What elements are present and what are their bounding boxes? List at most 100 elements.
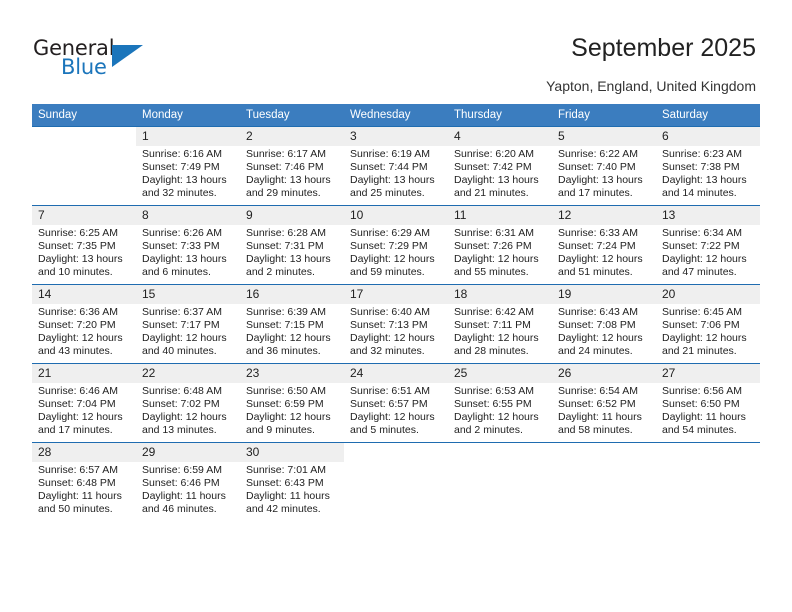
daylight-duration-line1: Daylight: 12 hours (246, 331, 331, 344)
day-details: Sunrise: 6:53 AM Sunset: 6:55 PM Daylight:… (448, 383, 552, 437)
daylight-duration-line1: Daylight: 12 hours (246, 410, 331, 423)
day-number: 26 (552, 364, 656, 383)
calendar-day-cell[interactable]: 29 Sunrise: 6:59 AM Sunset: 6:46 PM Dayligh… (136, 442, 240, 521)
day-cell-inner: 11 Sunrise: 6:31 AM Sunset: 7:26 PM Dayligh… (448, 206, 552, 284)
day-cell-inner: 13 Sunrise: 6:34 AM Sunset: 7:22 PM Dayligh… (656, 206, 760, 284)
daylight-duration-line2: and 17 minutes. (38, 423, 113, 436)
day-number: 8 (136, 206, 240, 225)
sunset-time: Sunset: 7:20 PM (38, 318, 116, 331)
day-details: Sunrise: 6:28 AM Sunset: 7:31 PM Daylight:… (240, 225, 344, 279)
daylight-duration-line2: and 50 minutes. (38, 502, 113, 515)
calendar-day-cell[interactable]: 16 Sunrise: 6:39 AM Sunset: 7:15 PM Dayligh… (240, 284, 344, 364)
day-cell-inner: 17 Sunrise: 6:40 AM Sunset: 7:13 PM Dayligh… (344, 285, 448, 363)
day-cell-inner: 10 Sunrise: 6:29 AM Sunset: 7:29 PM Dayligh… (344, 206, 448, 284)
sunset-time: Sunset: 6:59 PM (246, 397, 324, 410)
sunset-time: Sunset: 6:52 PM (558, 397, 636, 410)
day-number: 22 (136, 364, 240, 383)
sunrise-time: Sunrise: 6:36 AM (38, 306, 118, 318)
calendar-day-cell[interactable]: 19 Sunrise: 6:43 AM Sunset: 7:08 PM Dayligh… (552, 284, 656, 364)
day-cell-inner (344, 443, 448, 521)
day-details: Sunrise: 6:20 AM Sunset: 7:42 PM Daylight:… (448, 146, 552, 200)
day-details: Sunrise: 6:23 AM Sunset: 7:38 PM Daylight:… (656, 146, 760, 200)
day-details: Sunrise: 6:29 AM Sunset: 7:29 PM Daylight:… (344, 225, 448, 279)
calendar-day-cell[interactable]: 30 Sunrise: 7:01 AM Sunset: 6:43 PM Dayligh… (240, 442, 344, 521)
day-cell-inner: 7 Sunrise: 6:25 AM Sunset: 7:35 PM Daylight… (32, 206, 136, 284)
sunset-time: Sunset: 6:48 PM (38, 476, 116, 489)
calendar-day-cell[interactable]: 21 Sunrise: 6:46 AM Sunset: 7:04 PM Dayligh… (32, 363, 136, 443)
daylight-duration-line2: and 46 minutes. (142, 502, 217, 515)
sunset-time: Sunset: 7:46 PM (246, 160, 324, 173)
sunset-time: Sunset: 7:49 PM (142, 160, 220, 173)
day-cell-inner: 29 Sunrise: 6:59 AM Sunset: 6:46 PM Dayligh… (136, 443, 240, 521)
day-cell-inner: 18 Sunrise: 6:42 AM Sunset: 7:11 PM Dayligh… (448, 285, 552, 363)
day-cell-inner: 14 Sunrise: 6:36 AM Sunset: 7:20 PM Dayligh… (32, 285, 136, 363)
daylight-duration-line1: Daylight: 11 hours (558, 410, 642, 423)
sunrise-time: Sunrise: 6:53 AM (454, 385, 534, 397)
day-details: Sunrise: 6:46 AM Sunset: 7:04 PM Daylight:… (32, 383, 136, 437)
calendar-day-cell[interactable]: 13 Sunrise: 6:34 AM Sunset: 7:22 PM Dayligh… (656, 205, 760, 285)
daylight-duration-line2: and 13 minutes. (142, 423, 217, 436)
calendar-day-cell[interactable]: 7 Sunrise: 6:25 AM Sunset: 7:35 PM Daylight… (32, 205, 136, 285)
day-details: Sunrise: 7:01 AM Sunset: 6:43 PM Daylight:… (240, 462, 344, 516)
weekday-header-thursday: Thursday (448, 104, 552, 127)
calendar-day-cell[interactable]: 14 Sunrise: 6:36 AM Sunset: 7:20 PM Dayligh… (32, 284, 136, 364)
sunset-time: Sunset: 7:08 PM (558, 318, 636, 331)
daylight-duration-line2: and 36 minutes. (246, 344, 321, 357)
calendar-day-cell[interactable]: 2 Sunrise: 6:17 AM Sunset: 7:46 PM Daylight… (240, 126, 344, 206)
calendar-week-row: 1 Sunrise: 6:16 AM Sunset: 7:49 PM Daylight… (32, 126, 760, 206)
day-cell-inner: 22 Sunrise: 6:48 AM Sunset: 7:02 PM Dayligh… (136, 364, 240, 442)
calendar-day-cell[interactable]: 8 Sunrise: 6:26 AM Sunset: 7:33 PM Daylight… (136, 205, 240, 285)
daylight-duration-line2: and 59 minutes. (350, 265, 425, 278)
daylight-duration-line1: Daylight: 12 hours (454, 252, 539, 265)
daylight-duration-line1: Daylight: 12 hours (558, 252, 643, 265)
sunrise-time: Sunrise: 6:48 AM (142, 385, 222, 397)
daylight-duration-line2: and 14 minutes. (662, 186, 737, 199)
daylight-duration-line2: and 54 minutes. (662, 423, 737, 436)
calendar-day-cell[interactable]: 3 Sunrise: 6:19 AM Sunset: 7:44 PM Daylight… (344, 126, 448, 206)
calendar-day-cell[interactable]: 22 Sunrise: 6:48 AM Sunset: 7:02 PM Dayligh… (136, 363, 240, 443)
day-details: Sunrise: 6:22 AM Sunset: 7:40 PM Daylight:… (552, 146, 656, 200)
day-number: 1 (136, 127, 240, 146)
calendar-day-cell[interactable]: 18 Sunrise: 6:42 AM Sunset: 7:11 PM Dayligh… (448, 284, 552, 364)
sunset-time: Sunset: 6:50 PM (662, 397, 740, 410)
day-number: 23 (240, 364, 344, 383)
calendar-day-cell[interactable]: 25 Sunrise: 6:53 AM Sunset: 6:55 PM Dayligh… (448, 363, 552, 443)
general-blue-logo[interactable]: General Blue (33, 36, 173, 84)
daylight-duration-line1: Daylight: 12 hours (558, 331, 643, 344)
calendar-day-cell[interactable]: 28 Sunrise: 6:57 AM Sunset: 6:48 PM Dayligh… (32, 442, 136, 521)
day-details: Sunrise: 6:50 AM Sunset: 6:59 PM Daylight:… (240, 383, 344, 437)
day-details: Sunrise: 6:59 AM Sunset: 6:46 PM Daylight:… (136, 462, 240, 516)
calendar-day-cell[interactable]: 5 Sunrise: 6:22 AM Sunset: 7:40 PM Daylight… (552, 126, 656, 206)
daylight-duration-line1: Daylight: 12 hours (350, 410, 435, 423)
calendar-day-cell[interactable]: 23 Sunrise: 6:50 AM Sunset: 6:59 PM Dayligh… (240, 363, 344, 443)
day-number (344, 443, 448, 462)
calendar-day-cell[interactable]: 12 Sunrise: 6:33 AM Sunset: 7:24 PM Dayligh… (552, 205, 656, 285)
calendar-day-cell[interactable]: 24 Sunrise: 6:51 AM Sunset: 6:57 PM Dayligh… (344, 363, 448, 443)
calendar-day-cell[interactable]: 11 Sunrise: 6:31 AM Sunset: 7:26 PM Dayligh… (448, 205, 552, 285)
sunset-time: Sunset: 7:13 PM (350, 318, 428, 331)
daylight-duration-line1: Daylight: 13 hours (38, 252, 123, 265)
day-cell-inner: 6 Sunrise: 6:23 AM Sunset: 7:38 PM Daylight… (656, 127, 760, 205)
calendar-body: 1 Sunrise: 6:16 AM Sunset: 7:49 PM Daylight… (32, 126, 760, 521)
daylight-duration-line2: and 43 minutes. (38, 344, 113, 357)
day-details: Sunrise: 6:42 AM Sunset: 7:11 PM Daylight:… (448, 304, 552, 358)
day-number: 24 (344, 364, 448, 383)
calendar-day-cell[interactable]: 17 Sunrise: 6:40 AM Sunset: 7:13 PM Dayligh… (344, 284, 448, 364)
day-details: Sunrise: 6:16 AM Sunset: 7:49 PM Daylight:… (136, 146, 240, 200)
calendar-day-cell[interactable]: 9 Sunrise: 6:28 AM Sunset: 7:31 PM Daylight… (240, 205, 344, 285)
day-cell-inner: 20 Sunrise: 6:45 AM Sunset: 7:06 PM Dayligh… (656, 285, 760, 363)
calendar-day-cell[interactable]: 6 Sunrise: 6:23 AM Sunset: 7:38 PM Daylight… (656, 126, 760, 206)
calendar-week-row: 21 Sunrise: 6:46 AM Sunset: 7:04 PM Dayligh… (32, 363, 760, 443)
calendar-day-cell[interactable]: 15 Sunrise: 6:37 AM Sunset: 7:17 PM Dayligh… (136, 284, 240, 364)
calendar-day-cell[interactable]: 26 Sunrise: 6:54 AM Sunset: 6:52 PM Dayligh… (552, 363, 656, 443)
calendar-day-cell[interactable]: 1 Sunrise: 6:16 AM Sunset: 7:49 PM Daylight… (136, 126, 240, 206)
day-number: 2 (240, 127, 344, 146)
calendar-week-row: 7 Sunrise: 6:25 AM Sunset: 7:35 PM Daylight… (32, 205, 760, 285)
calendar-day-cell[interactable]: 4 Sunrise: 6:20 AM Sunset: 7:42 PM Daylight… (448, 126, 552, 206)
daylight-duration-line2: and 29 minutes. (246, 186, 321, 199)
calendar-day-cell[interactable]: 20 Sunrise: 6:45 AM Sunset: 7:06 PM Dayligh… (656, 284, 760, 364)
weekday-header-monday: Monday (136, 104, 240, 127)
calendar-day-cell[interactable]: 27 Sunrise: 6:56 AM Sunset: 6:50 PM Dayligh… (656, 363, 760, 443)
calendar-day-cell[interactable]: 10 Sunrise: 6:29 AM Sunset: 7:29 PM Dayligh… (344, 205, 448, 285)
calendar-empty-cell (344, 442, 448, 521)
